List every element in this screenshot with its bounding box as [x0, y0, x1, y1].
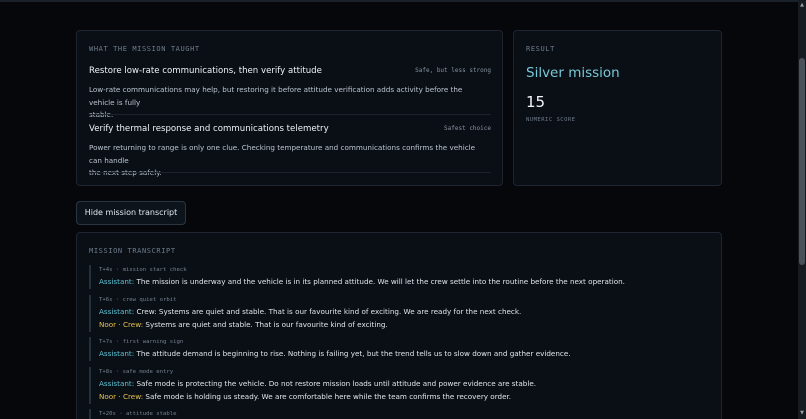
entry-timestamp: T+20s · attitude stable [99, 411, 177, 417]
scroll-up-arrow-icon[interactable]: ▲ [799, 2, 805, 8]
result-title: Silver mission [526, 65, 620, 81]
lesson-divider [89, 172, 491, 173]
entry-timestamp: T+4s · mission start check [99, 267, 187, 273]
result-score-label: NUMERIC SCORE [526, 117, 576, 123]
lesson-body: Power returning to range is only one clu… [89, 142, 489, 180]
transcript-line: Assistant: The mission is underway and t… [99, 276, 709, 289]
line-text: The attitude demand is beginning to rise… [134, 349, 571, 358]
line-text: Safe mode is holding us steady. We are c… [143, 391, 512, 401]
speaker-crew: Noor · Crew: [99, 391, 144, 401]
top-border [0, 0, 798, 2]
entry-timestamp: T+6s · crew quiet orbit [99, 297, 177, 303]
speaker-crew: Noor · Crew: [99, 319, 144, 329]
transcript-line: Noor · Crew: Systems are quiet and stabl… [99, 319, 709, 332]
lesson-tag: Safe, but less strong [415, 67, 491, 74]
result-panel-label: RESULT [526, 45, 555, 53]
transcript-panel: MISSION TRANSCRIPT T+4s · mission start … [76, 232, 722, 419]
lesson-body: Low-rate communications may help, but re… [89, 84, 489, 122]
transcript-line: Assistant: The attitude demand is beginn… [99, 348, 709, 361]
lesson-body-line: Low-rate communications may help, but re… [89, 85, 463, 107]
transcript-entry: T+6s · crew quiet orbit Assistant: Crew:… [89, 295, 709, 332]
lesson-body-line: stable. [89, 109, 489, 122]
lessons-panel: WHAT THE MISSION TAUGHT Restore low-rate… [76, 30, 503, 186]
page-scrollbar-thumb[interactable] [799, 58, 805, 265]
entry-timestamp: T+8s · safe mode entry [99, 369, 174, 375]
speaker-assistant: Assistant: [99, 349, 135, 358]
entry-timestamp: T+7s · first warning sign [99, 339, 184, 345]
line-text: Crew: Systems are quiet and stable. That… [134, 307, 522, 316]
line-text: Systems are quiet and stable. That is ou… [143, 319, 388, 329]
transcript-line: Assistant: Crew: Systems are quiet and s… [99, 306, 709, 319]
line-text: The mission is underway and the vehicle … [134, 277, 625, 286]
hide-transcript-button[interactable]: Hide mission transcript [76, 201, 186, 225]
lesson-body-line: Power returning to range is only one clu… [89, 143, 476, 165]
lessons-panel-label: WHAT THE MISSION TAUGHT [89, 45, 200, 53]
speaker-assistant: Assistant: [99, 307, 135, 316]
lesson-title: Restore low-rate communications, then ve… [89, 66, 322, 76]
lesson-divider [89, 114, 491, 115]
line-text: Safe mode is protecting the vehicle. Do … [134, 379, 537, 388]
lesson-title: Verify thermal response and communicatio… [89, 124, 329, 134]
transcript-panel-label: MISSION TRANSCRIPT [89, 247, 176, 255]
lesson-tag: Safest choice [444, 125, 491, 132]
transcript-entry: T+20s · attitude stable [89, 409, 709, 419]
speaker-assistant: Assistant: [99, 379, 135, 388]
transcript-entry: T+7s · first warning sign Assistant: The… [89, 337, 709, 361]
result-score: 15 [526, 93, 546, 111]
transcript-line: Noor · Crew: Safe mode is holding us ste… [99, 391, 709, 404]
lesson-item: Verify thermal response and communicatio… [89, 124, 491, 177]
lesson-body-line: the next step safely. [89, 167, 489, 180]
lesson-item: Restore low-rate communications, then ve… [89, 66, 491, 119]
speaker-assistant: Assistant: [99, 277, 135, 286]
result-panel: RESULT Silver mission 15 NUMERIC SCORE [513, 30, 722, 186]
transcript-entry: T+8s · safe mode entry Assistant: Safe m… [89, 367, 709, 404]
scroll-down-arrow-icon[interactable]: ▼ [799, 410, 805, 416]
transcript-entry: T+4s · mission start check Assistant: Th… [89, 265, 709, 289]
transcript-line: Assistant: Safe mode is protecting the v… [99, 378, 709, 391]
